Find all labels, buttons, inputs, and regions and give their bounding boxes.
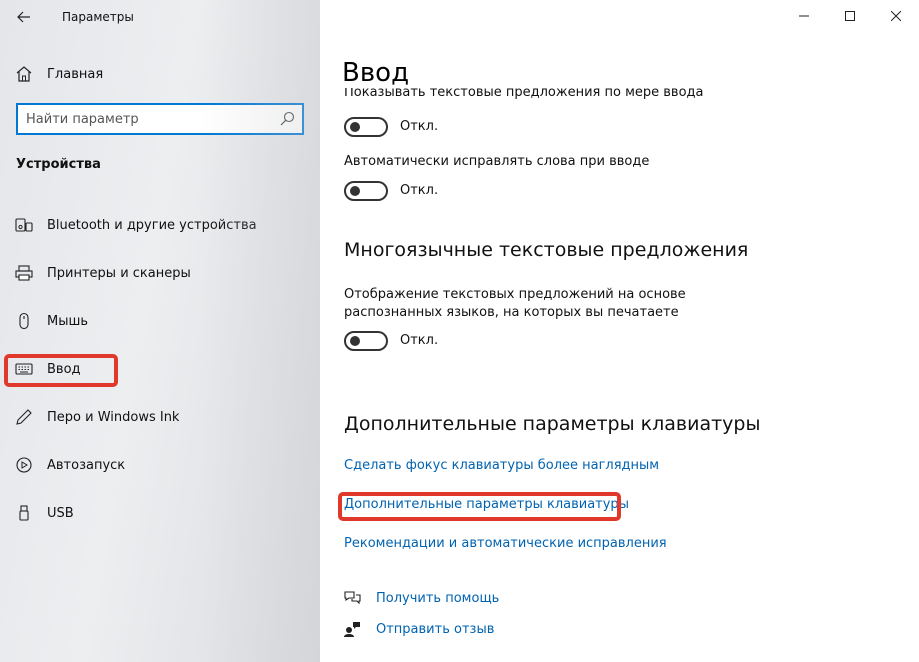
search-icon[interactable] (278, 110, 296, 128)
link-highlight (338, 492, 621, 521)
setting-label-clipped: Показывать текстовые предложения по мере… (344, 88, 904, 104)
close-icon (891, 11, 901, 21)
sidebar-item-label: Принтеры и сканеры (47, 265, 191, 281)
pen-icon (14, 407, 34, 427)
main-content: Ввод Показывать текстовые предложения по… (320, 0, 919, 662)
sidebar-item-label: USB (47, 505, 74, 521)
toggle-knob (350, 186, 360, 196)
back-arrow-icon (17, 11, 30, 23)
sidebar-item-label: Перо и Windows Ink (47, 409, 180, 425)
minimize-icon (799, 15, 809, 17)
setting-label: Показывать текстовые предложения по мере… (344, 88, 704, 100)
sidebar-item-usb[interactable]: USB (0, 495, 320, 531)
sidebar: Параметры Главная Устройства Bluetooth и… (0, 0, 320, 662)
advanced-keyboard-heading: Дополнительные параметры клавиатуры (344, 413, 761, 435)
home-icon (14, 64, 34, 84)
search-box[interactable] (16, 103, 304, 135)
feedback-person-icon (342, 619, 362, 639)
mouse-icon (14, 311, 34, 331)
sidebar-item-printers[interactable]: Принтеры и сканеры (0, 255, 320, 291)
multilingual-toggle[interactable] (344, 331, 388, 351)
sidebar-item-autoplay[interactable]: Автозапуск (0, 447, 320, 483)
app-title: Параметры (62, 10, 134, 24)
minimize-button[interactable] (781, 0, 827, 32)
sidebar-item-label: Мышь (47, 313, 89, 329)
autoplay-icon (14, 455, 34, 475)
sidebar-item-home[interactable]: Главная (0, 58, 320, 90)
sidebar-item-label: Bluetooth и другие устройства (47, 217, 257, 233)
search-input[interactable] (18, 106, 268, 132)
close-button[interactable] (873, 0, 919, 32)
text-suggestions-toggle[interactable] (344, 117, 388, 137)
help-chat-icon (342, 588, 362, 608)
toggle-state: Откл. (400, 333, 439, 348)
usb-icon (14, 503, 34, 523)
toggle-knob (350, 336, 360, 346)
feedback-row[interactable]: Отправить отзыв (342, 618, 494, 640)
keyboard-focus-link[interactable]: Сделать фокус клавиатуры более наглядным (344, 458, 659, 473)
get-help-link[interactable]: Получить помощь (376, 591, 499, 606)
toggle-state: Откл. (400, 119, 439, 134)
sidebar-item-mouse[interactable]: Мышь (0, 303, 320, 339)
page-title: Ввод (342, 58, 410, 88)
sidebar-item-label: Главная (47, 66, 104, 82)
toggle-state: Откл. (400, 183, 439, 198)
back-button[interactable] (10, 4, 38, 30)
printer-icon (14, 263, 34, 283)
toggle-knob (350, 122, 360, 132)
multilingual-description: Отображение текстовых предложений на осн… (344, 287, 686, 320)
section-title: Устройства (16, 157, 101, 172)
autocorrect-toggle[interactable] (344, 181, 388, 201)
multilingual-heading: Многоязычные текстовые предложения (344, 239, 749, 261)
recommendations-link[interactable]: Рекомендации и автоматические исправлени… (344, 536, 667, 551)
maximize-icon (845, 11, 855, 21)
maximize-button[interactable] (827, 0, 873, 32)
setting-label: Автоматически исправлять слова при вводе (344, 154, 650, 169)
bluetooth-devices-icon (14, 215, 34, 235)
get-help-row[interactable]: Получить помощь (342, 587, 499, 609)
sidebar-item-label: Автозапуск (47, 457, 126, 473)
sidebar-item-bluetooth[interactable]: Bluetooth и другие устройства (0, 207, 320, 243)
feedback-link[interactable]: Отправить отзыв (376, 622, 494, 637)
selection-highlight (4, 354, 118, 387)
sidebar-item-pen[interactable]: Перо и Windows Ink (0, 399, 320, 435)
